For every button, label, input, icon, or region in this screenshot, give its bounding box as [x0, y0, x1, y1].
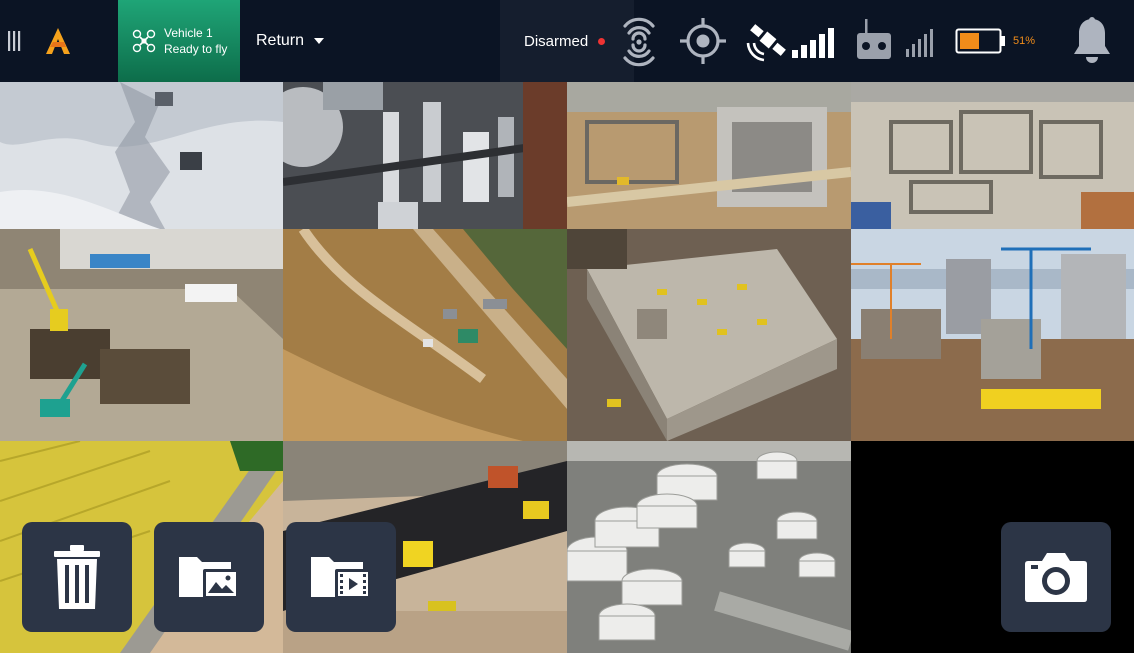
video-gallery-button[interactable] — [286, 522, 396, 632]
arm-status-indicator — [598, 37, 606, 45]
arm-status[interactable]: Disarmed — [500, 0, 634, 82]
vehicle-status: Ready to fly — [164, 42, 228, 56]
flight-mode-dropdown[interactable]: Return — [240, 0, 496, 82]
menu-button[interactable] — [0, 0, 28, 82]
snow-aerial-image — [0, 82, 283, 229]
notifications-button[interactable] — [1072, 0, 1112, 82]
app-logo[interactable] — [28, 0, 88, 82]
photo-folder-icon — [179, 557, 239, 599]
satellite-status[interactable] — [744, 0, 836, 82]
drone-icon — [132, 29, 156, 53]
satellite-icon — [746, 24, 834, 62]
gallery-thumbnail[interactable] — [283, 229, 567, 441]
flight-mode-label: Return — [256, 32, 305, 49]
highrise-construction-image — [851, 229, 1134, 441]
arm-status-label: Disarmed — [524, 32, 589, 50]
trash-icon — [54, 545, 100, 609]
construction-site-foundation-image — [567, 82, 851, 229]
camera-icon — [1025, 553, 1087, 602]
app-logo-icon — [46, 28, 70, 54]
menu-icon — [8, 31, 21, 51]
concrete-building-frame-image — [567, 229, 851, 441]
gallery-thumbnail[interactable] — [851, 229, 1134, 441]
vehicle-name: Vehicle 1 — [164, 26, 213, 40]
gallery-thumbnail[interactable] — [283, 82, 567, 229]
crosshair-icon — [680, 18, 726, 64]
battery-status[interactable]: 51% — [955, 0, 1035, 82]
chevron-down-icon — [314, 38, 325, 44]
refinery-towers-image — [283, 82, 567, 229]
capture-photo-button[interactable] — [1001, 522, 1111, 632]
gallery-thumbnail[interactable] — [567, 229, 851, 441]
dirt-earthworks-image — [283, 229, 567, 441]
gallery-thumbnail[interactable] — [0, 82, 283, 229]
photo-gallery-button[interactable] — [154, 522, 264, 632]
video-folder-icon — [311, 557, 371, 599]
gallery-thumbnail[interactable] — [0, 229, 283, 441]
excavation-pit-crane-image — [0, 229, 283, 441]
gallery-thumbnail[interactable] — [851, 82, 1134, 229]
vehicle-selector[interactable]: Vehicle 1 Ready to fly — [118, 0, 240, 82]
storage-tanks-image — [567, 441, 851, 653]
gallery-thumbnail[interactable] — [567, 441, 851, 653]
rc-signal-status[interactable] — [856, 0, 934, 82]
delete-button[interactable] — [22, 522, 132, 632]
battery-percent: 51% — [1013, 35, 1036, 47]
signal-broadcast-icon — [623, 17, 655, 67]
battery-icon — [955, 28, 1005, 54]
bell-icon — [1074, 17, 1110, 63]
vehicle-info: Vehicle 1 Ready to fly — [164, 25, 227, 57]
gallery-thumbnail[interactable] — [567, 82, 851, 229]
signal-status[interactable] — [616, 0, 662, 82]
remote-controller-icon — [857, 19, 933, 59]
concrete-foundation-grid-image — [851, 82, 1134, 229]
gps-lock-status[interactable] — [678, 0, 728, 82]
